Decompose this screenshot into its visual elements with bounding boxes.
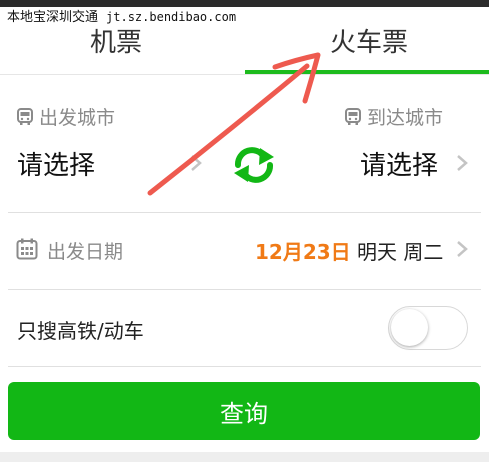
city-selector: 出发城市 到达城市 请选择 请选择: [0, 75, 489, 212]
from-city-label-text: 出发城市: [39, 107, 116, 129]
bus-icon: [344, 107, 361, 125]
departure-day: 明天 周二: [357, 240, 444, 264]
divider: [8, 366, 481, 367]
watermark: 本地宝深圳交通 jt.sz.bendibao.com: [7, 9, 237, 26]
bus-icon: [17, 107, 33, 125]
watermark-site: 本地宝深圳交通: [7, 10, 99, 25]
calendar-icon: [16, 238, 38, 260]
swap-cities-icon[interactable]: [226, 145, 282, 185]
chevron-right-icon: [191, 155, 202, 171]
toggle-knob: [391, 309, 428, 346]
search-button[interactable]: 查询: [8, 382, 480, 440]
to-city-label: 到达城市: [344, 103, 443, 130]
high-speed-toggle[interactable]: [388, 306, 468, 350]
chevron-right-icon: [457, 155, 468, 171]
tab-flight[interactable]: 机票: [90, 22, 142, 59]
watermark-url: jt.sz.bendibao.com: [106, 10, 237, 24]
departure-date-label: 出发日期: [47, 241, 124, 263]
to-city-select[interactable]: 请选择: [360, 145, 438, 182]
chevron-right-icon: [457, 241, 468, 257]
from-city-select[interactable]: 请选择: [17, 145, 95, 182]
high-speed-only-label: 只搜高铁/动车: [17, 319, 144, 343]
bottom-strip: [0, 452, 489, 462]
high-speed-only-row: 只搜高铁/动车: [0, 290, 489, 366]
tab-train[interactable]: 火车票: [330, 22, 408, 59]
departure-date-row[interactable]: 出发日期 12月23日 明天 周二: [0, 213, 489, 289]
departure-date-value: 12月23日: [255, 240, 351, 264]
to-city-label-text: 到达城市: [366, 107, 443, 129]
from-city-label: 出发城市: [17, 103, 115, 130]
